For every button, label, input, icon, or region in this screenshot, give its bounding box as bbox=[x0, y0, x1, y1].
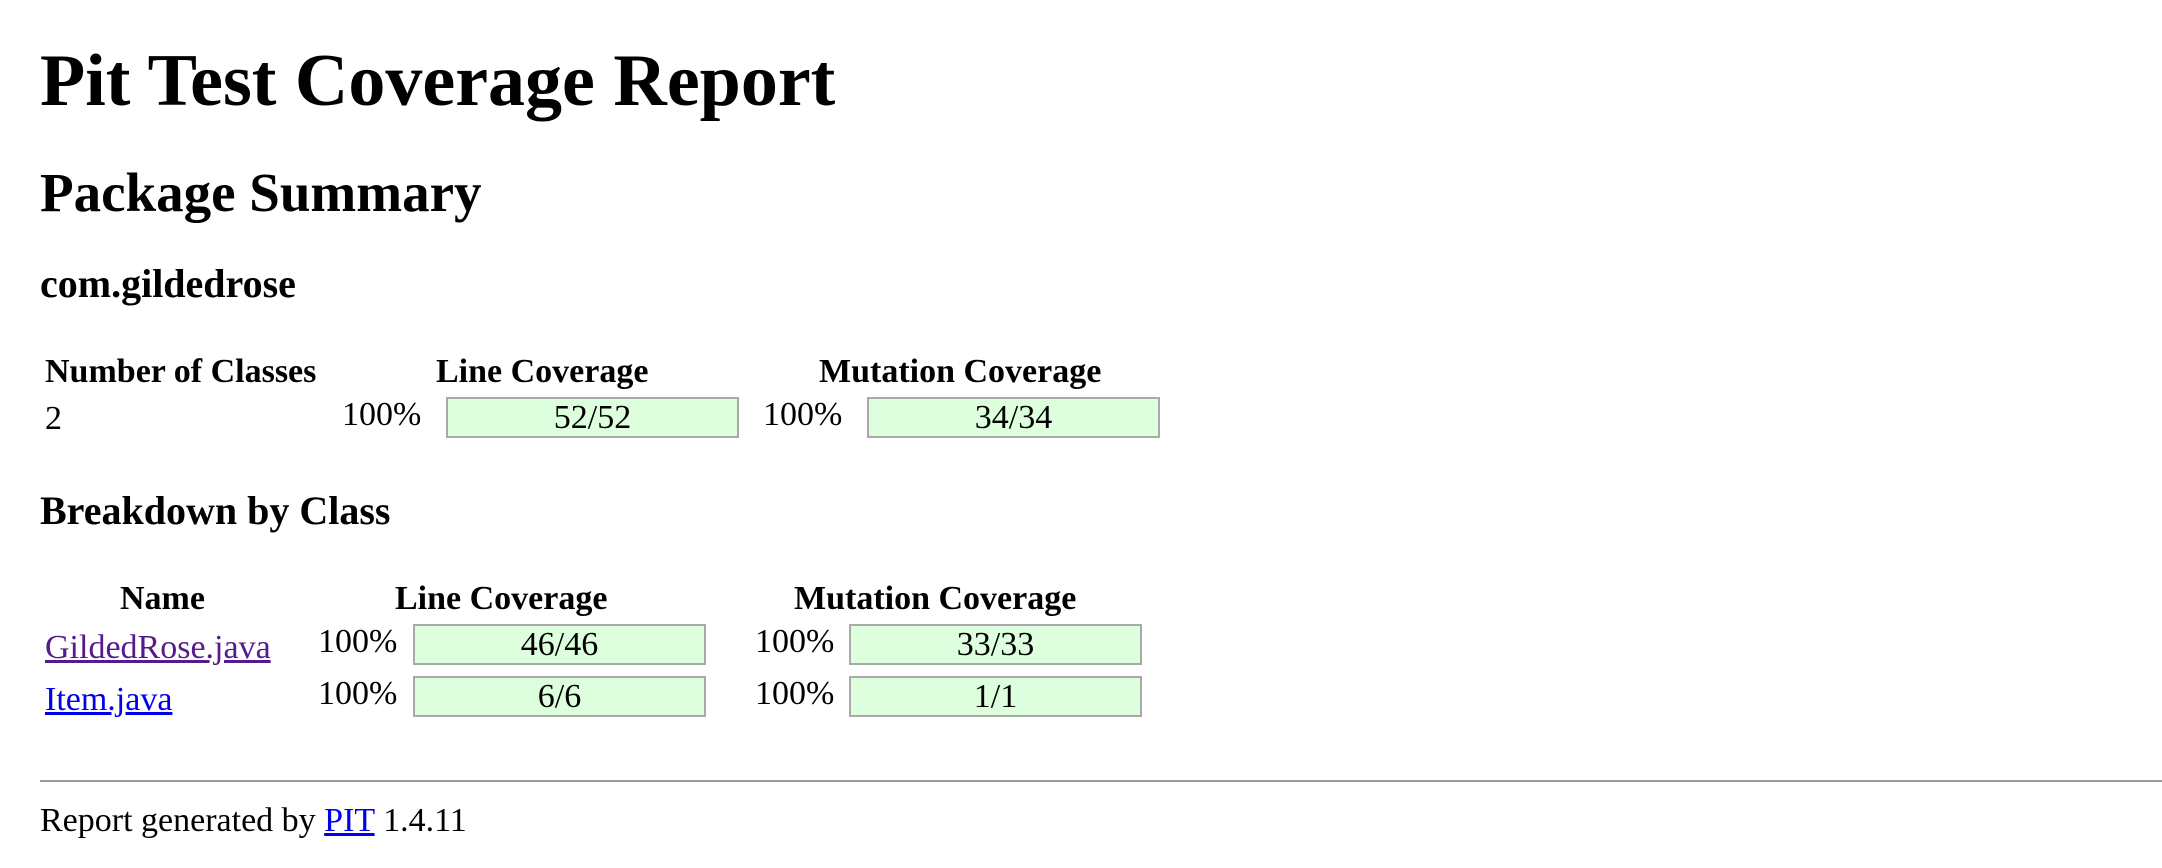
mutation-coverage-ratio: 33/33 bbox=[956, 626, 1035, 663]
line-coverage-bar: 52/52 bbox=[446, 397, 739, 438]
pit-link[interactable]: PIT bbox=[324, 802, 374, 839]
mutation-coverage-percent: 100% bbox=[755, 623, 835, 660]
header-number-of-classes: Number of Classes bbox=[45, 353, 317, 390]
line-coverage-bar: 46/46 bbox=[413, 624, 706, 665]
footer-prefix: Report generated by bbox=[40, 802, 316, 839]
pit-version: 1.4.11 bbox=[383, 802, 467, 839]
mutation-coverage-ratio: 34/34 bbox=[974, 399, 1053, 436]
section-title: Package Summary bbox=[40, 162, 482, 223]
class-link-item[interactable]: Item.java bbox=[45, 680, 172, 720]
mutation-coverage-ratio: 1/1 bbox=[973, 678, 1018, 715]
line-coverage-ratio: 52/52 bbox=[553, 399, 632, 436]
page-title: Pit Test Coverage Report bbox=[40, 40, 836, 122]
class-link-gildedrose[interactable]: GildedRose.java bbox=[45, 628, 271, 668]
line-coverage-percent: 100% bbox=[318, 675, 398, 712]
class-count: 2 bbox=[45, 400, 62, 437]
line-coverage-ratio: 6/6 bbox=[537, 678, 582, 715]
header-line-coverage: Line Coverage bbox=[395, 580, 608, 617]
footer: Report generated by PIT 1.4.11 bbox=[40, 800, 467, 842]
line-coverage-bar: 6/6 bbox=[413, 676, 706, 717]
header-mutation-coverage: Mutation Coverage bbox=[819, 353, 1102, 390]
mutation-coverage-percent: 100% bbox=[763, 396, 843, 433]
header-mutation-coverage: Mutation Coverage bbox=[794, 580, 1077, 617]
header-line-coverage: Line Coverage bbox=[436, 353, 649, 390]
header-name: Name bbox=[120, 580, 205, 617]
line-coverage-ratio: 46/46 bbox=[520, 626, 599, 663]
mutation-coverage-bar: 1/1 bbox=[849, 676, 1142, 717]
footer-divider bbox=[40, 780, 2162, 782]
line-coverage-percent: 100% bbox=[342, 396, 422, 433]
breakdown-title: Breakdown by Class bbox=[40, 488, 391, 533]
package-name: com.gildedrose bbox=[40, 261, 296, 306]
mutation-coverage-percent: 100% bbox=[755, 675, 835, 712]
mutation-coverage-bar: 34/34 bbox=[867, 397, 1160, 438]
line-coverage-percent: 100% bbox=[318, 623, 398, 660]
mutation-coverage-bar: 33/33 bbox=[849, 624, 1142, 665]
